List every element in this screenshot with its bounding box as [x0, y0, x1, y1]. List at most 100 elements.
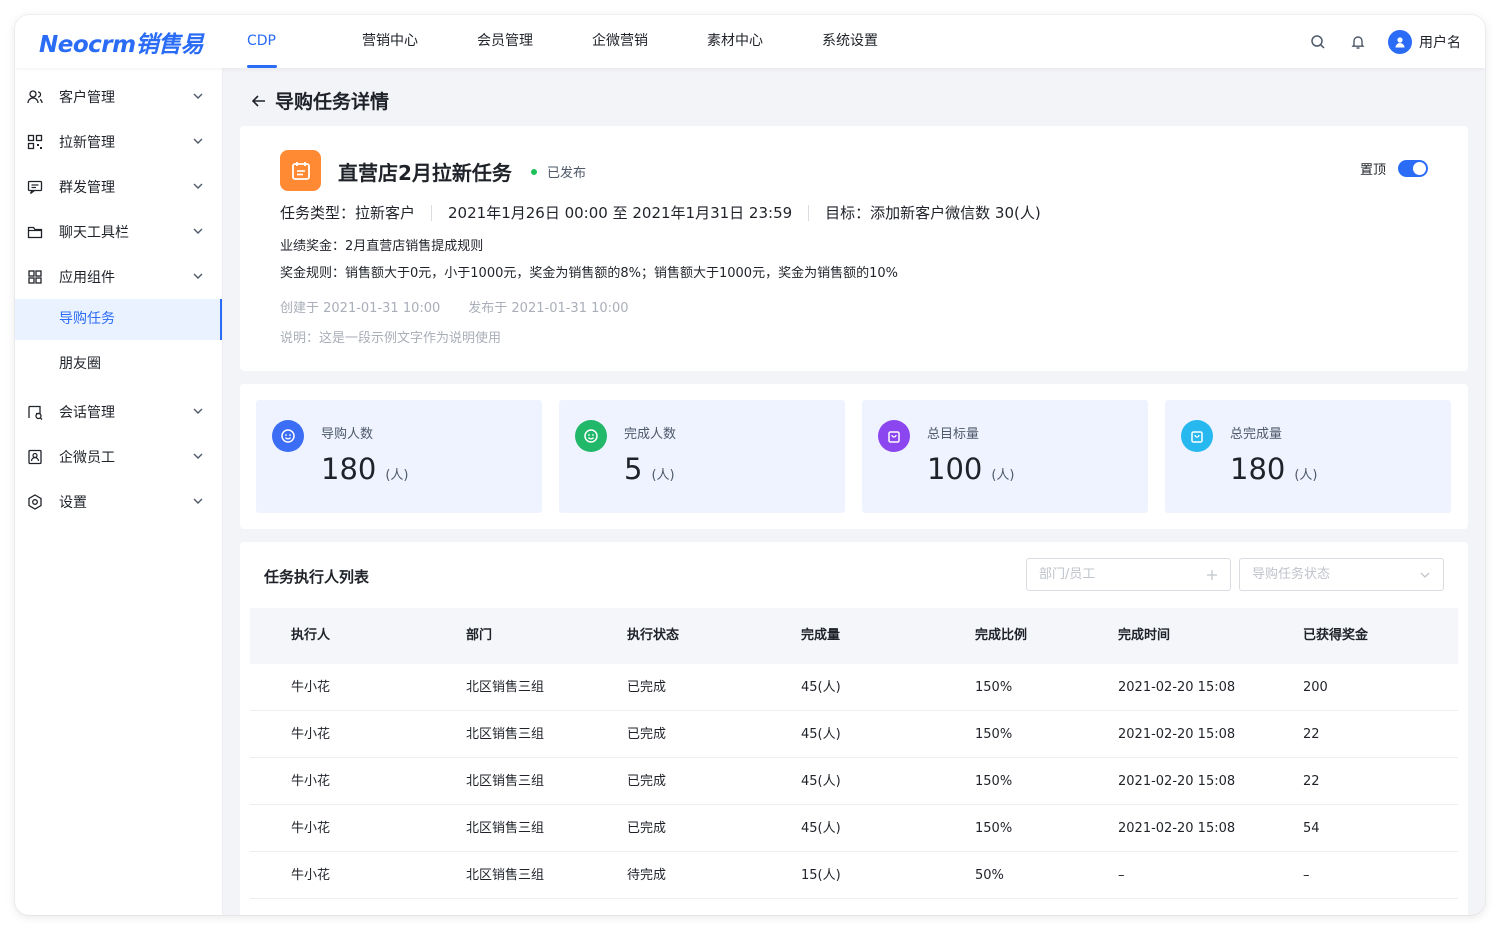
- task-bonus-rule: 奖金规则：销售额大于0元，小于1000元，奖金为销售额的8%；销售额大于1000…: [280, 266, 898, 281]
- sidebar-item-customers[interactable]: 客户管理: [15, 74, 222, 119]
- table-cell: 15(人): [801, 868, 841, 883]
- table-cell: 150%: [975, 821, 1013, 836]
- chevron-down-icon: [193, 453, 203, 459]
- sidebar-item-label: 企微员工: [59, 449, 115, 466]
- username[interactable]: 用户名: [1419, 32, 1461, 52]
- sidebar-item-sessions[interactable]: 会话管理: [15, 389, 222, 434]
- task-goal: 目标：添加新客户微信数 30(人): [825, 204, 1041, 222]
- column-header: 完成比例: [975, 628, 1028, 643]
- task-bonus: 业绩奖金：2月直营店销售提成规则: [280, 239, 484, 254]
- table-cell: 45(人): [801, 680, 841, 695]
- stat-value: 100 (人): [927, 452, 1015, 486]
- stats-card: 导购人数 180 (人) 完成人数 5 (人) 总目标量 100 (人) 总完成…: [240, 384, 1468, 529]
- page-title: 导购任务详情: [275, 91, 390, 113]
- table-cell: –: [1303, 868, 1310, 883]
- stat-label: 导购人数: [321, 427, 374, 442]
- dept-staff-filter[interactable]: 部门/员工: [1026, 558, 1231, 591]
- divider: [431, 204, 433, 221]
- bell-icon[interactable]: [1348, 32, 1368, 52]
- sidebar-subitem-moments[interactable]: 朋友圈: [15, 340, 222, 389]
- table-cell: 22: [1303, 727, 1320, 742]
- header-actions: 用户名: [1288, 15, 1461, 68]
- sidebar-item-label: 应用组件: [59, 269, 115, 286]
- stat-completed: 完成人数 5 (人): [559, 400, 845, 513]
- table-row[interactable]: 牛小花 北区销售三组 已完成 45(人) 150% 2021-02-20 15:08 22: [250, 711, 1458, 758]
- stat-value: 5 (人): [624, 452, 675, 486]
- task-period: 2021年1月26日 00:00 至 2021年1月31日 23:59: [448, 204, 793, 222]
- task-timestamps: 创建于 2021-01-31 10:00 发布于 2021-01-31 10:00: [280, 297, 629, 316]
- table-cell: 牛小花: [291, 868, 331, 883]
- table-cell: 北区销售三组: [466, 680, 545, 695]
- sidebar: 客户管理 拉新管理 群发管理 聊天工具栏 应用组件 导购任务 朋友圈 会话管理 …: [15, 68, 223, 915]
- table-cell: 2021-02-20 15:08: [1118, 821, 1236, 836]
- chevron-down-icon: [193, 408, 203, 414]
- search-icon[interactable]: [1308, 32, 1328, 52]
- table-cell: 200: [1303, 680, 1328, 695]
- table-row[interactable]: 牛小花 北区销售三组 已完成 45(人) 150% 2021-02-20 15:08 54: [250, 805, 1458, 852]
- stat-value: 180 (人): [321, 452, 409, 486]
- task-meta: 任务类型：拉新客户 2021年1月26日 00:00 至 2021年1月31日 …: [280, 202, 1041, 223]
- stat-unit: (人): [991, 468, 1015, 483]
- id-card-icon: [27, 449, 43, 465]
- sidebar-item-settings[interactable]: 设置: [15, 479, 222, 524]
- top-bar: Neocrm销售易 CDP 营销中心 会员管理 企微营销 素材中心 系统设置 用…: [15, 15, 1485, 68]
- stat-unit: (人): [651, 468, 675, 483]
- sidebar-item-acquisition[interactable]: 拉新管理: [15, 119, 222, 164]
- table-header: 执行人 部门 执行状态 完成量 完成比例 完成时间 已获得奖金: [250, 608, 1458, 664]
- stat-total-completed: 总完成量 180 (人): [1165, 400, 1451, 513]
- column-header: 完成时间: [1118, 628, 1171, 643]
- status-dot: [531, 168, 537, 175]
- nav-item-wecom-marketing[interactable]: 企微营销: [582, 15, 697, 68]
- main-content: 导购任务详情 直营店2月拉新任务 已发布 置顶 任务类型：拉新客户 2021年1…: [223, 68, 1485, 915]
- status-select-placeholder: 导购任务状态: [1252, 567, 1331, 582]
- table-cell: 45(人): [801, 774, 841, 789]
- chevron-down-icon: [1420, 572, 1430, 578]
- task-info-card: 直营店2月拉新任务 已发布 置顶 任务类型：拉新客户 2021年1月26日 00…: [240, 126, 1468, 371]
- sidebar-item-chat-toolbar[interactable]: 聊天工具栏: [15, 209, 222, 254]
- bag-icon: [878, 420, 910, 452]
- table-row[interactable]: 牛小花 北区销售三组 已完成 45(人) 150% 2021-02-20 15:08 22: [250, 758, 1458, 805]
- grid-icon: [27, 269, 43, 285]
- bag-icon: [1181, 420, 1213, 452]
- table-cell: 已完成: [627, 821, 667, 836]
- sidebar-item-broadcast[interactable]: 群发管理: [15, 164, 222, 209]
- table-cell: 54: [1303, 821, 1320, 836]
- divider: [808, 204, 810, 221]
- table-row[interactable]: 牛小花 北区销售三组 待完成 15(人) 50% – –: [250, 852, 1458, 899]
- arrow-left-icon[interactable]: [251, 93, 267, 109]
- created-time: 创建于 2021-01-31 10:00: [280, 301, 441, 316]
- pin-toggle[interactable]: [1398, 160, 1428, 177]
- chevron-down-icon: [193, 228, 203, 234]
- table-row[interactable]: 牛小花 北区销售三组 已完成 45(人) 150% 2021-02-20 15:08 200: [250, 664, 1458, 711]
- nav-item-members[interactable]: 会员管理: [467, 15, 582, 68]
- nav-item-cdp[interactable]: CDP: [237, 15, 352, 68]
- published-time: 发布于 2021-01-31 10:00: [468, 301, 629, 316]
- column-header: 完成量: [801, 628, 841, 643]
- stat-label: 总目标量: [927, 427, 980, 442]
- table-cell: 150%: [975, 774, 1013, 789]
- task-status-select[interactable]: 导购任务状态: [1239, 558, 1444, 591]
- stat-unit: (人): [385, 468, 409, 483]
- nav-item-system-settings[interactable]: 系统设置: [812, 15, 927, 68]
- sidebar-subitem-guide-tasks[interactable]: 导购任务: [15, 299, 222, 340]
- task-note: 说明：这是一段示例文字作为说明使用: [280, 331, 502, 346]
- smile-icon: [272, 420, 304, 452]
- sidebar-item-app-components[interactable]: 应用组件: [15, 254, 222, 299]
- chevron-down-icon: [193, 93, 203, 99]
- table-cell: 45(人): [801, 821, 841, 836]
- app-logo[interactable]: Neocrm销售易: [39, 25, 204, 59]
- nav-item-materials[interactable]: 素材中心: [697, 15, 812, 68]
- sidebar-item-label: 设置: [59, 494, 87, 511]
- column-header: 执行状态: [627, 628, 680, 643]
- table-cell: 2021-02-20 15:08: [1118, 680, 1236, 695]
- settings-icon: [27, 493, 43, 510]
- avatar[interactable]: [1388, 29, 1412, 54]
- nav-item-marketing[interactable]: 营销中心: [352, 15, 467, 68]
- sidebar-item-label: 会话管理: [59, 404, 115, 421]
- table-cell: 北区销售三组: [466, 774, 545, 789]
- sidebar-item-wecom-staff[interactable]: 企微员工: [15, 434, 222, 479]
- qrcode-icon: [27, 134, 43, 150]
- column-header: 执行人: [291, 628, 331, 643]
- status-badge: 已发布: [531, 162, 586, 181]
- column-header: 部门: [466, 628, 493, 643]
